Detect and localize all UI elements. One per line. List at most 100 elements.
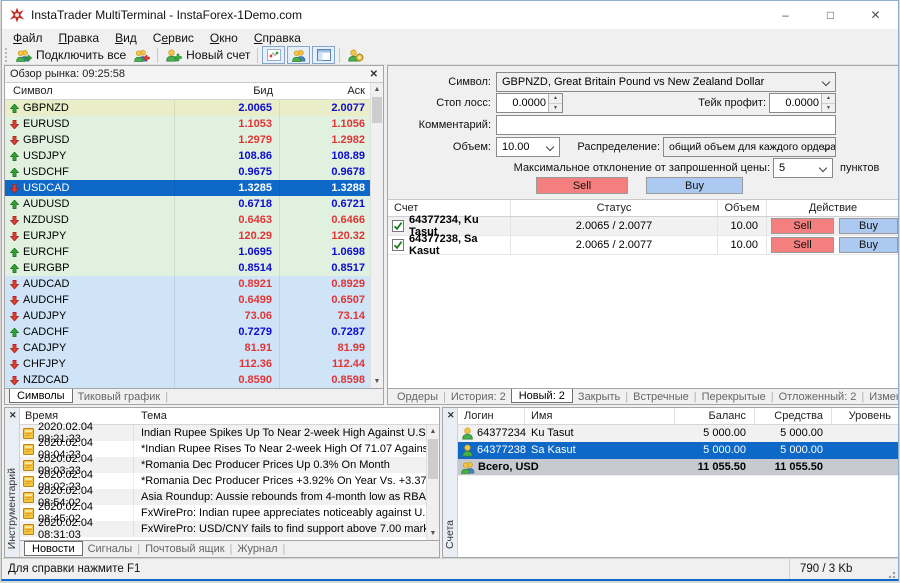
column-name[interactable]: Имя: [524, 408, 674, 424]
account-settings-button[interactable]: [343, 46, 368, 65]
menu-item-сервис[interactable]: Сервис: [145, 31, 202, 45]
disconnect-all-button[interactable]: [130, 46, 154, 65]
toolbar-grip[interactable]: [5, 48, 8, 62]
maximize-button[interactable]: □: [808, 1, 853, 29]
column-ask[interactable]: Аск: [280, 85, 370, 97]
column-volume[interactable]: Объем: [717, 200, 766, 216]
tab-ордеры[interactable]: Ордеры: [392, 391, 443, 403]
tab-закрыть[interactable]: Закрыть: [573, 391, 625, 403]
market-row[interactable]: AUDUSD0.67180.6721: [5, 196, 370, 212]
scroll-down-icon[interactable]: ▼: [427, 527, 439, 540]
market-row[interactable]: NZDCAD0.85900.8598: [5, 372, 370, 388]
distribution-select[interactable]: общий объем для каждого ордера: [663, 137, 836, 157]
buy-button[interactable]: Buy: [646, 177, 743, 194]
spin-up-icon[interactable]: ▲: [822, 94, 835, 104]
market-row[interactable]: EURUSD1.10531.1056: [5, 116, 370, 132]
comment-input[interactable]: [496, 115, 836, 135]
market-row[interactable]: AUDJPY73.0673.14: [5, 308, 370, 324]
column-balance[interactable]: Баланс: [674, 408, 754, 424]
column-topic[interactable]: Тема: [134, 410, 426, 422]
menu-item-правка[interactable]: Правка: [51, 31, 108, 45]
trade-row[interactable]: 64377238, Sa Kasut2.0065 / 2.007710.00Se…: [388, 236, 899, 255]
column-symbol[interactable]: Символ: [5, 85, 175, 97]
tab-изменить[interactable]: Изменить: [864, 391, 899, 403]
volume-select[interactable]: 10.00: [496, 137, 560, 157]
spinner-buttons[interactable]: ▲▼: [548, 94, 562, 112]
tab-журнал[interactable]: Журнал: [232, 543, 282, 555]
close-icon[interactable]: ✕: [370, 69, 378, 80]
market-row[interactable]: NZDUSD0.64630.6466: [5, 212, 370, 228]
market-row[interactable]: USDCHF0.96750.9678: [5, 164, 370, 180]
tab-встречные[interactable]: Встречные: [628, 391, 694, 403]
account-row[interactable]: 64377238Sa Kasut5 000.005 000.00: [458, 442, 899, 459]
market-watch-scrollbar[interactable]: ▲ ▼: [370, 83, 383, 388]
scroll-down-icon[interactable]: ▼: [371, 375, 383, 388]
accounts-toggle-button[interactable]: [287, 46, 310, 64]
market-row[interactable]: EURCHF1.06951.0698: [5, 244, 370, 260]
spin-down-icon[interactable]: ▼: [822, 104, 835, 113]
minimize-button[interactable]: –: [763, 1, 808, 29]
layout-toggle-button[interactable]: [312, 46, 335, 64]
market-row[interactable]: EURJPY120.29120.32: [5, 228, 370, 244]
close-button[interactable]: ✕: [853, 1, 898, 29]
deviation-select[interactable]: 5: [773, 158, 833, 178]
new-account-button[interactable]: Новый счет: [161, 46, 254, 65]
account-row[interactable]: 64377234Ku Tasut5 000.005 000.00: [458, 425, 899, 442]
tab-почтовый-ящик[interactable]: Почтовый ящик: [140, 543, 229, 555]
take-profit-input[interactable]: 0.0000 ▲▼: [769, 93, 836, 113]
menu-item-вид[interactable]: Вид: [107, 31, 145, 45]
symbol-select[interactable]: GBPNZD, Great Britain Pound vs New Zeala…: [496, 72, 836, 92]
market-row[interactable]: GBPUSD1.29791.2982: [5, 132, 370, 148]
column-account[interactable]: Счет: [388, 202, 510, 214]
column-login[interactable]: Логин: [458, 410, 524, 422]
market-row[interactable]: CHFJPY112.36112.44: [5, 356, 370, 372]
menu-item-окно[interactable]: Окно: [202, 31, 246, 45]
scroll-thumb[interactable]: [372, 97, 382, 123]
tab-отложенный-2[interactable]: Отложенный: 2: [774, 391, 862, 403]
market-row[interactable]: EURGBP0.85140.8517: [5, 260, 370, 276]
tab-символы[interactable]: Символы: [9, 388, 73, 403]
menu-item-файл[interactable]: Файл: [5, 31, 51, 45]
market-watch-toggle-button[interactable]: [262, 46, 285, 64]
scroll-thumb[interactable]: [428, 439, 438, 479]
market-row[interactable]: CADJPY81.9181.99: [5, 340, 370, 356]
news-scrollbar[interactable]: ▲ ▼: [426, 425, 439, 540]
close-icon[interactable]: ✕: [447, 410, 455, 421]
market-row[interactable]: GBPNZD2.00652.0077: [5, 100, 370, 116]
menu-item-справка[interactable]: Справка: [246, 31, 309, 45]
market-row[interactable]: USDCAD1.32851.3288: [5, 180, 370, 196]
tab-тиковый-график[interactable]: Тиковый график: [73, 391, 166, 403]
stop-loss-input[interactable]: 0.0000 ▲▼: [496, 93, 563, 113]
column-bid[interactable]: Бид: [175, 85, 280, 97]
news-row[interactable]: 2020.02.04 08:31:03FxWirePro: USD/CNY fa…: [20, 521, 426, 537]
close-icon[interactable]: ✕: [9, 410, 17, 421]
scroll-up-icon[interactable]: ▲: [427, 425, 439, 438]
market-row[interactable]: AUDCHF0.64990.6507: [5, 292, 370, 308]
spin-down-icon[interactable]: ▼: [549, 104, 562, 113]
market-row[interactable]: USDJPY108.86108.89: [5, 148, 370, 164]
accounts-side-label: Счета: [444, 520, 456, 549]
column-action[interactable]: Действие: [766, 200, 899, 216]
scroll-up-icon[interactable]: ▲: [371, 83, 383, 96]
row-buy-button[interactable]: Buy: [839, 218, 898, 234]
resize-grip[interactable]: [886, 569, 896, 579]
spinner-buttons[interactable]: ▲▼: [821, 94, 835, 112]
row-sell-button[interactable]: Sell: [771, 237, 834, 253]
connect-all-button[interactable]: Подключить все: [12, 46, 130, 65]
tab-новости[interactable]: Новости: [24, 541, 83, 556]
tab-сигналы[interactable]: Сигналы: [83, 543, 138, 555]
market-row[interactable]: AUDCAD0.89210.8929: [5, 276, 370, 292]
market-row[interactable]: CADCHF0.72790.7287: [5, 324, 370, 340]
tab-перекрытые[interactable]: Перекрытые: [697, 391, 771, 403]
column-equity[interactable]: Средства: [754, 408, 831, 424]
tab-новый-2[interactable]: Новый: 2: [511, 388, 573, 403]
row-buy-button[interactable]: Buy: [839, 237, 898, 253]
row-sell-button[interactable]: Sell: [771, 218, 834, 234]
account-checkbox[interactable]: [392, 239, 404, 251]
tab-история-2[interactable]: История: 2: [446, 391, 511, 403]
spin-up-icon[interactable]: ▲: [549, 94, 562, 104]
column-status[interactable]: Статус: [510, 200, 717, 216]
sell-button[interactable]: Sell: [536, 177, 628, 194]
column-level[interactable]: Уровень: [831, 408, 899, 424]
account-checkbox[interactable]: [392, 220, 404, 232]
